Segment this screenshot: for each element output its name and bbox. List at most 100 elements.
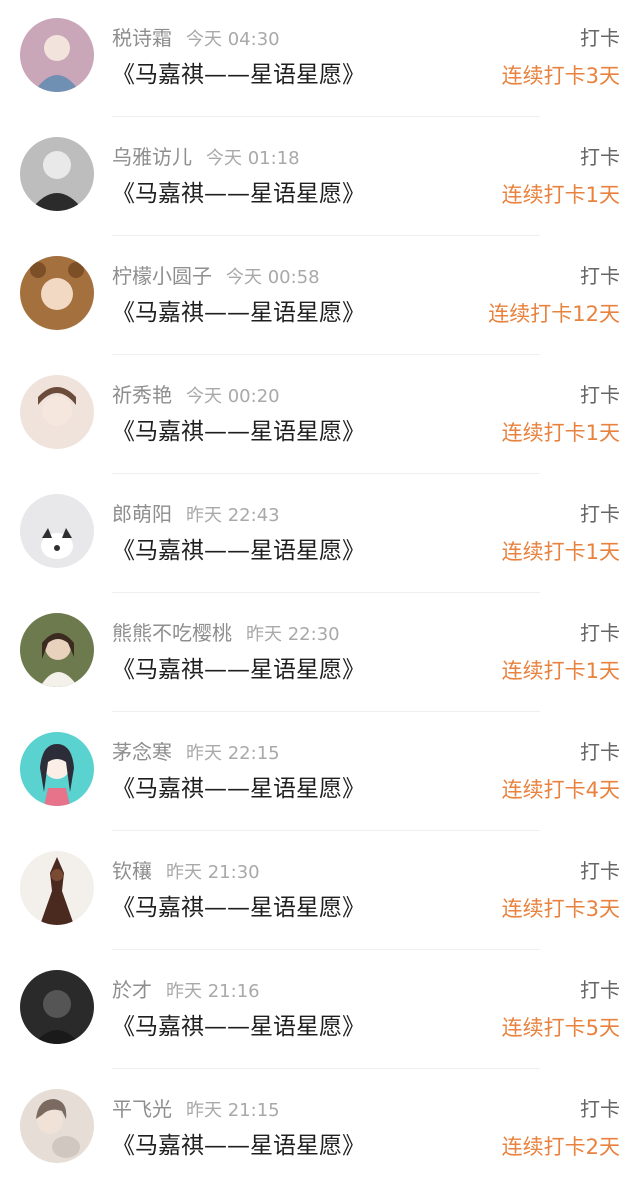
divider (112, 473, 540, 474)
avatar[interactable] (20, 613, 94, 687)
divider (112, 116, 540, 117)
book-title[interactable]: 《马嘉祺——星语星愿》 (112, 58, 365, 92)
checkin-feed: 税诗霜 今天 04:30 《马嘉祺——星语星愿》 打卡 连续打卡3天 乌雅访儿 今天… (0, 0, 640, 1192)
avatar-image (20, 18, 94, 92)
streak-label: 连续打卡5天 (501, 1016, 620, 1040)
username[interactable]: 平飞光 (112, 1097, 172, 1121)
list-item[interactable]: 郎萌阳 昨天 22:43 《马嘉祺——星语星愿》 打卡 连续打卡1天 (0, 476, 640, 595)
username[interactable]: 乌雅访儿 (112, 145, 192, 169)
streak-label: 连续打卡1天 (501, 421, 620, 445)
list-item[interactable]: 平飞光 昨天 21:15 《马嘉祺——星语星愿》 打卡 连续打卡2天 (0, 1071, 640, 1190)
book-title[interactable]: 《马嘉祺——星语星愿》 (112, 534, 365, 568)
item-meta: 郎萌阳 昨天 22:43 (112, 500, 280, 528)
username[interactable]: 郎萌阳 (112, 502, 172, 526)
avatar[interactable] (20, 494, 94, 568)
avatar[interactable] (20, 1089, 94, 1163)
action-label: 打卡 (580, 621, 620, 645)
avatar[interactable] (20, 851, 94, 925)
avatar[interactable] (20, 256, 94, 330)
streak-label: 连续打卡1天 (501, 183, 620, 207)
timestamp: 昨天 21:16 (166, 981, 260, 1002)
streak-label: 连续打卡3天 (501, 64, 620, 88)
avatar-image (20, 137, 94, 211)
username[interactable]: 於才 (112, 978, 152, 1002)
list-item[interactable]: 钦穰 昨天 21:30 《马嘉祺——星语星愿》 打卡 连续打卡3天 (0, 833, 640, 952)
action-label: 打卡 (580, 859, 620, 883)
timestamp: 昨天 22:30 (246, 624, 340, 645)
item-meta: 熊熊不吃樱桃 昨天 22:30 (112, 619, 340, 647)
streak-label: 连续打卡4天 (501, 778, 620, 802)
username[interactable]: 钦穰 (112, 859, 152, 883)
avatar-image (20, 613, 94, 687)
timestamp: 昨天 21:30 (166, 862, 260, 883)
streak-label: 连续打卡1天 (501, 659, 620, 683)
divider (112, 354, 540, 355)
list-item[interactable]: 税诗霜 今天 04:30 《马嘉祺——星语星愿》 打卡 连续打卡3天 (0, 0, 640, 119)
action-label: 打卡 (580, 978, 620, 1002)
book-title[interactable]: 《马嘉祺——星语星愿》 (112, 1129, 365, 1163)
timestamp: 今天 00:58 (226, 267, 320, 288)
timestamp: 今天 04:30 (186, 29, 280, 50)
list-item[interactable]: 乌雅访儿 今天 01:18 《马嘉祺——星语星愿》 打卡 连续打卡1天 (0, 119, 640, 238)
divider (112, 830, 540, 831)
list-item[interactable]: 熊熊不吃樱桃 昨天 22:30 《马嘉祺——星语星愿》 打卡 连续打卡1天 (0, 595, 640, 714)
item-meta: 於才 昨天 21:16 (112, 976, 260, 1004)
avatar-image (20, 1089, 94, 1163)
book-title[interactable]: 《马嘉祺——星语星愿》 (112, 891, 365, 925)
avatar-image (20, 970, 94, 1044)
username[interactable]: 税诗霜 (112, 26, 172, 50)
avatar[interactable] (20, 375, 94, 449)
item-meta: 钦穰 昨天 21:30 (112, 857, 260, 885)
list-item[interactable]: 祈秀艳 今天 00:20 《马嘉祺——星语星愿》 打卡 连续打卡1天 (0, 357, 640, 476)
item-meta: 柠檬小圆子 今天 00:58 (112, 262, 320, 290)
avatar-image (20, 494, 94, 568)
timestamp: 昨天 21:15 (186, 1100, 280, 1121)
timestamp: 昨天 22:15 (186, 743, 280, 764)
streak-label: 连续打卡12天 (488, 302, 620, 326)
action-label: 打卡 (580, 383, 620, 407)
action-label: 打卡 (580, 145, 620, 169)
item-meta: 祈秀艳 今天 00:20 (112, 381, 280, 409)
list-item[interactable]: 柠檬小圆子 今天 00:58 《马嘉祺——星语星愿》 打卡 连续打卡12天 (0, 238, 640, 357)
book-title[interactable]: 《马嘉祺——星语星愿》 (112, 415, 365, 449)
avatar[interactable] (20, 732, 94, 806)
timestamp: 昨天 22:43 (186, 505, 280, 526)
action-label: 打卡 (580, 26, 620, 50)
item-meta: 乌雅访儿 今天 01:18 (112, 143, 300, 171)
book-title[interactable]: 《马嘉祺——星语星愿》 (112, 296, 365, 330)
item-meta: 平飞光 昨天 21:15 (112, 1095, 280, 1123)
timestamp: 今天 00:20 (186, 386, 280, 407)
item-meta: 茅念寒 昨天 22:15 (112, 738, 280, 766)
timestamp: 今天 01:18 (206, 148, 300, 169)
avatar-image (20, 256, 94, 330)
username[interactable]: 柠檬小圆子 (112, 264, 212, 288)
avatar[interactable] (20, 18, 94, 92)
divider (112, 949, 540, 950)
divider (112, 1068, 540, 1069)
divider (112, 592, 540, 593)
action-label: 打卡 (580, 264, 620, 288)
list-item[interactable]: 茅念寒 昨天 22:15 《马嘉祺——星语星愿》 打卡 连续打卡4天 (0, 714, 640, 833)
book-title[interactable]: 《马嘉祺——星语星愿》 (112, 1010, 365, 1044)
avatar[interactable] (20, 137, 94, 211)
avatar[interactable] (20, 970, 94, 1044)
item-meta: 税诗霜 今天 04:30 (112, 24, 280, 52)
username[interactable]: 熊熊不吃樱桃 (112, 621, 232, 645)
username[interactable]: 茅念寒 (112, 740, 172, 764)
action-label: 打卡 (580, 1097, 620, 1121)
list-item[interactable]: 於才 昨天 21:16 《马嘉祺——星语星愿》 打卡 连续打卡5天 (0, 952, 640, 1071)
avatar-image (20, 375, 94, 449)
book-title[interactable]: 《马嘉祺——星语星愿》 (112, 653, 365, 687)
book-title[interactable]: 《马嘉祺——星语星愿》 (112, 177, 365, 211)
divider (112, 711, 540, 712)
streak-label: 连续打卡1天 (501, 540, 620, 564)
avatar-image (20, 851, 94, 925)
streak-label: 连续打卡3天 (501, 897, 620, 921)
streak-label: 连续打卡2天 (501, 1135, 620, 1159)
username[interactable]: 祈秀艳 (112, 383, 172, 407)
avatar-image (20, 732, 94, 806)
action-label: 打卡 (580, 740, 620, 764)
divider (112, 235, 540, 236)
action-label: 打卡 (580, 502, 620, 526)
book-title[interactable]: 《马嘉祺——星语星愿》 (112, 772, 365, 806)
